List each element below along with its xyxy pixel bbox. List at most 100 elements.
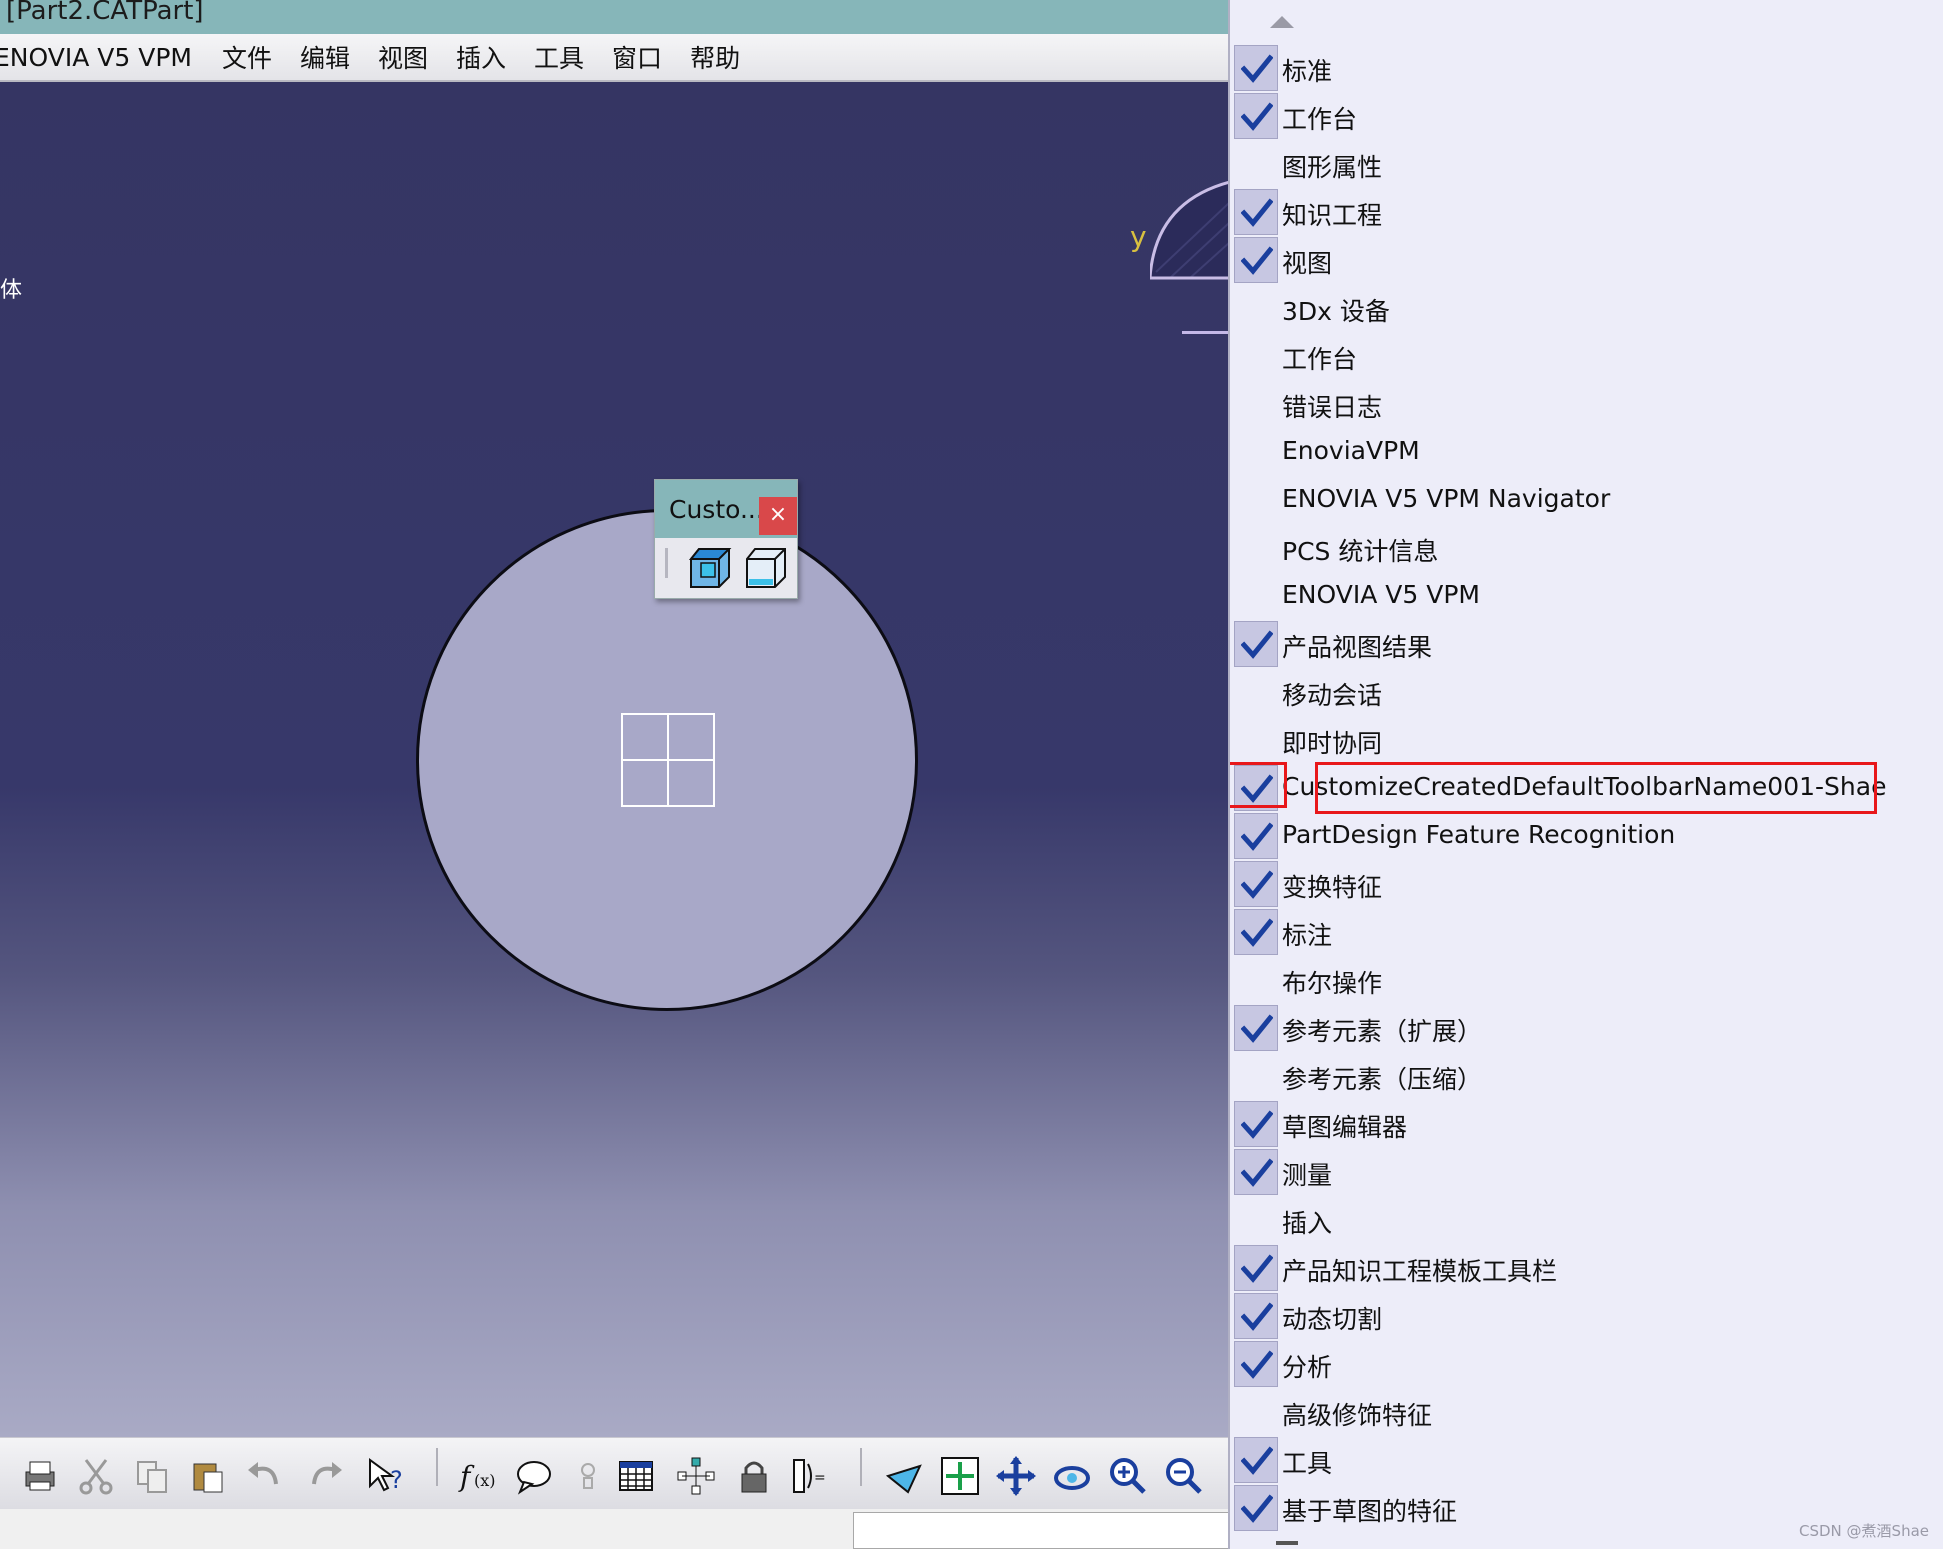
bottom-toolbar: ? f (x) = [0,1437,1230,1510]
check-icon [1234,909,1278,955]
toolbar-grip[interactable] [665,548,668,578]
check-icon [1234,1245,1278,1291]
zoom-out-icon[interactable] [1164,1456,1204,1496]
comment-icon[interactable] [514,1456,554,1496]
menu-item[interactable]: 3Dx 设备 [1230,284,1943,332]
check-icon [1234,45,1278,91]
svg-text:(x): (x) [474,1471,496,1490]
menu-tools[interactable]: 工具 [534,39,584,75]
3d-viewport[interactable]: 体 y Custo... × [0,82,1230,1437]
menu-item[interactable]: EnoviaVPM [1230,428,1943,476]
menu-item[interactable]: 变换特征 [1230,860,1943,908]
menu-item[interactable]: ENOVIA V5 VPM [1230,572,1943,620]
cube-icon-outline[interactable] [743,545,789,591]
undo-icon[interactable] [244,1456,284,1496]
check-icon [1234,1149,1278,1195]
menu-item[interactable]: 测量 [1230,1148,1943,1196]
fit-all-icon[interactable] [940,1456,980,1496]
catia-window: [Part2.CATPart] ENOVIA V5 VPM 文件 编辑 视图 插… [0,0,1943,1549]
menu-item-label: ENOVIA V5 VPM [1282,580,1480,609]
zoom-in-icon[interactable] [1108,1456,1148,1496]
menu-item[interactable]: 移动会话 [1230,668,1943,716]
close-icon[interactable]: × [759,497,797,535]
tree-icon[interactable] [676,1456,716,1496]
menu-item[interactable]: 工作台 [1230,332,1943,380]
lock-icon[interactable] [734,1456,774,1496]
menu-item[interactable]: 即时协同 [1230,716,1943,764]
menu-view[interactable]: 视图 [378,39,428,75]
scroll-down-arrow-icon[interactable] [1276,1541,1298,1545]
menu-file[interactable]: 文件 [222,39,272,75]
menu-item[interactable]: 草图编辑器 [1230,1100,1943,1148]
redo-icon[interactable] [306,1456,346,1496]
menu-item[interactable]: 产品知识工程模板工具栏 [1230,1244,1943,1292]
menu-item[interactable]: 参考元素（扩展） [1230,1004,1943,1052]
print-icon[interactable] [20,1456,60,1496]
menu-item[interactable]: 标注 [1230,908,1943,956]
menu-item-label: PCS 统计信息 [1282,537,1439,566]
menu-item[interactable]: 分析 [1230,1340,1943,1388]
formula-icon[interactable]: f (x) [458,1456,498,1496]
cube-icon-blue[interactable] [687,545,733,591]
check-icon [1234,1005,1278,1051]
custom-floating-toolbar[interactable]: Custo... × [654,479,798,599]
scroll-up-arrow-icon[interactable] [1270,16,1294,28]
check-icon [1234,189,1278,235]
menu-item-label: 基于草图的特征 [1282,1497,1458,1526]
menu-item-label: 测量 [1282,1161,1333,1190]
floating-toolbar-header[interactable]: Custo... × [655,480,797,538]
menu-window[interactable]: 窗口 [612,39,662,75]
menu-enovia[interactable]: ENOVIA V5 VPM [0,43,192,72]
command-input[interactable] [853,1512,1230,1549]
paste-icon[interactable] [188,1456,228,1496]
menu-item[interactable]: 产品视图结果 [1230,620,1943,668]
svg-text:=: = [814,1470,826,1486]
menu-item[interactable]: PartDesign Feature Recognition [1230,812,1943,860]
menu-item-label: 即时协同 [1282,729,1383,758]
pan-icon[interactable] [996,1456,1036,1496]
menu-item[interactable]: 工具 [1230,1436,1943,1484]
param-icon[interactable]: = [790,1456,830,1496]
menu-item[interactable]: 参考元素（压缩） [1230,1052,1943,1100]
menu-item-label: 工作台 [1282,345,1358,374]
light-icon[interactable] [568,1456,608,1496]
toolbar-separator [436,1448,438,1486]
menu-item[interactable]: 图形属性 [1230,140,1943,188]
menu-insert[interactable]: 插入 [456,39,506,75]
menu-item[interactable]: 视图 [1230,236,1943,284]
menu-item[interactable]: 高级修饰特征 [1230,1388,1943,1436]
menu-item[interactable]: PCS 统计信息 [1230,524,1943,572]
check-icon [1234,1293,1278,1339]
menu-item[interactable]: 插入 [1230,1196,1943,1244]
menu-item-label: 参考元素（压缩） [1282,1065,1483,1094]
menu-item-label: ENOVIA V5 VPM Navigator [1282,484,1611,513]
sketch-origin-grid[interactable] [621,713,715,807]
menu-help[interactable]: 帮助 [690,39,740,75]
compass-icon[interactable] [1150,132,1230,332]
check-icon [1234,861,1278,907]
menu-item-label: 高级修饰特征 [1282,1401,1433,1430]
cut-icon[interactable] [76,1456,116,1496]
check-icon [1234,621,1278,667]
check-icon [1234,1485,1278,1531]
fly-icon[interactable] [884,1456,924,1496]
menu-item[interactable]: 错误日志 [1230,380,1943,428]
help-icon[interactable]: ? [366,1456,406,1496]
menu-item[interactable]: 工作台 [1230,92,1943,140]
highlight-label-box [1315,762,1877,814]
check-icon [1234,1437,1278,1483]
menu-item[interactable]: 动态切割 [1230,1292,1943,1340]
menu-item-label: 工具 [1282,1449,1333,1478]
menu-item[interactable]: ENOVIA V5 VPM Navigator [1230,476,1943,524]
menu-item-label: 3Dx 设备 [1282,297,1390,326]
menu-item-label: 变换特征 [1282,873,1383,902]
copy-icon[interactable] [132,1456,172,1496]
menu-item[interactable]: 布尔操作 [1230,956,1943,1004]
rotate-icon[interactable] [1052,1456,1092,1496]
table-icon[interactable] [616,1456,656,1496]
menu-item-label: 知识工程 [1282,201,1383,230]
menu-item[interactable]: 标准 [1230,44,1943,92]
menu-edit[interactable]: 编辑 [300,39,350,75]
check-icon [1234,1341,1278,1387]
menu-item[interactable]: 知识工程 [1230,188,1943,236]
